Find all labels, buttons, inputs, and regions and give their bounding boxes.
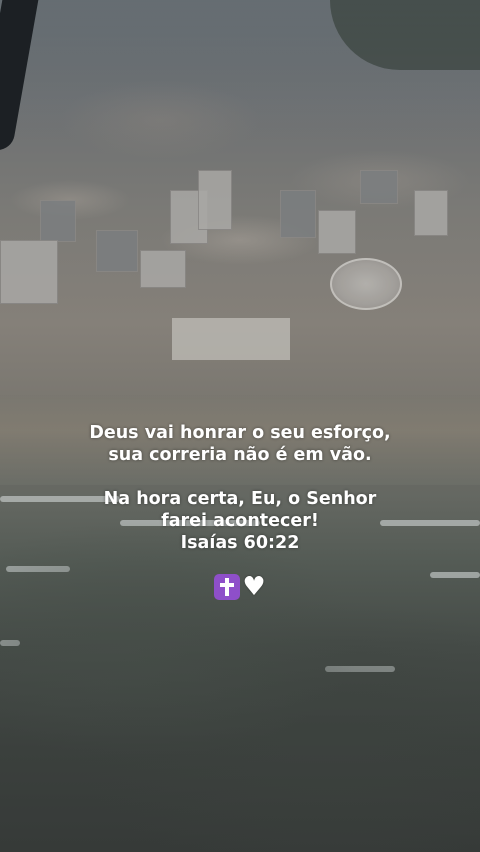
building: [360, 170, 398, 204]
story-line-verse: Isaías 60:22: [180, 533, 300, 553]
building: [198, 170, 232, 230]
building: [40, 200, 76, 242]
building: [0, 240, 58, 304]
building: [140, 250, 186, 288]
building: [96, 230, 138, 272]
line-spacer: [0, 466, 480, 488]
story-text-overlay: Deus vai honrar o seu esforço, sua corre…: [0, 422, 480, 600]
building: [414, 190, 448, 236]
story-line-1: Deus vai honrar o seu esforço,: [89, 423, 391, 443]
white-heart-emoji-icon: ♥: [242, 572, 266, 602]
building: [318, 210, 356, 254]
stadium: [330, 258, 402, 310]
story-line-4: farei acontecer!: [161, 511, 319, 531]
waterfront-building: [172, 318, 290, 360]
latin-cross-emoji-icon: [214, 574, 241, 600]
story-line-3: Na hora certa, Eu, o Senhor: [103, 489, 377, 509]
emoji-row: ♥: [0, 572, 480, 600]
building: [280, 190, 316, 238]
story-line-2: sua correria não é em vão.: [108, 445, 372, 465]
